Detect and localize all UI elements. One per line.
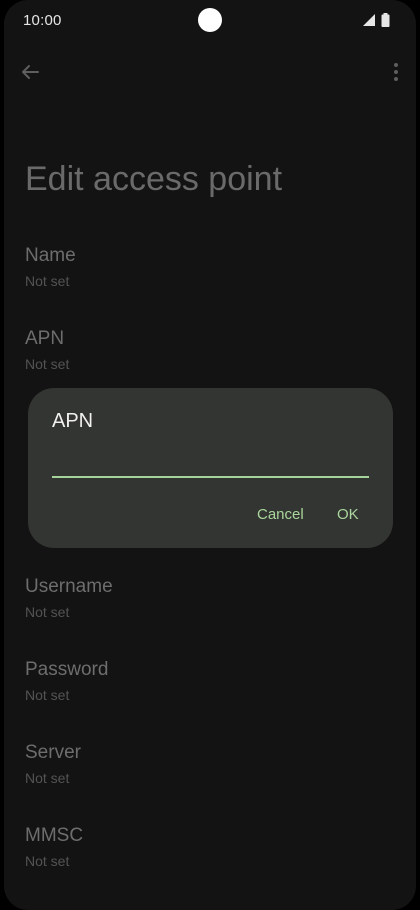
status-time: 10:00 bbox=[23, 12, 62, 29]
ok-button[interactable]: OK bbox=[337, 506, 359, 523]
pref-label: APN bbox=[25, 328, 65, 349]
screen: 10:00 Edit access point Name Not set APN… bbox=[4, 0, 416, 910]
pref-mmsc[interactable]: MMSC Not set bbox=[25, 825, 385, 869]
more-vert-icon bbox=[382, 63, 410, 90]
pref-label: MMSC bbox=[25, 825, 84, 846]
pref-password[interactable]: Password Not set bbox=[25, 659, 385, 703]
pref-name[interactable]: Name Not set bbox=[25, 245, 385, 289]
pref-label: Server bbox=[25, 742, 81, 763]
pref-value: Not set bbox=[25, 853, 70, 869]
pref-server[interactable]: Server Not set bbox=[25, 742, 385, 786]
app-bar bbox=[4, 52, 416, 92]
status-bar: 10:00 bbox=[4, 0, 416, 40]
status-icons bbox=[362, 13, 390, 32]
camera-cutout bbox=[198, 8, 222, 32]
pref-value: Not set bbox=[25, 687, 70, 703]
pref-username[interactable]: Username Not set bbox=[25, 576, 385, 620]
signal-icon bbox=[362, 13, 376, 32]
pref-value: Not set bbox=[25, 604, 70, 620]
phone-frame: 10:00 Edit access point Name Not set APN… bbox=[0, 0, 420, 910]
dialog-title: APN bbox=[52, 410, 94, 432]
cancel-button[interactable]: Cancel bbox=[257, 506, 304, 523]
page-title: Edit access point bbox=[25, 160, 283, 198]
pref-label: Username bbox=[25, 576, 113, 597]
battery-icon bbox=[381, 13, 390, 32]
pref-value: Not set bbox=[25, 356, 70, 372]
arrow-back-icon bbox=[16, 65, 44, 90]
back-button[interactable] bbox=[16, 58, 44, 86]
pref-label: Name bbox=[25, 245, 76, 266]
pref-label: Password bbox=[25, 659, 109, 680]
more-options-button[interactable] bbox=[382, 58, 410, 86]
apn-input[interactable] bbox=[52, 444, 369, 478]
pref-apn[interactable]: APN Not set bbox=[25, 328, 385, 372]
pref-value: Not set bbox=[25, 273, 70, 289]
pref-value: Not set bbox=[25, 770, 70, 786]
apn-dialog: APN Cancel OK bbox=[28, 388, 393, 548]
